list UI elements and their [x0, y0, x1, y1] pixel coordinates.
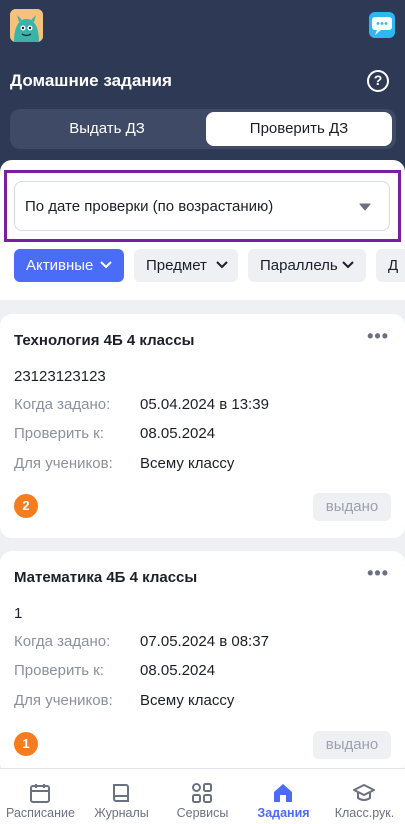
given-label: Когда задано:	[14, 396, 111, 413]
status-badge: выдано	[313, 731, 391, 759]
tab-class-teacher[interactable]: Класс.рук.	[324, 769, 405, 824]
students-value: Всему классу	[140, 455, 235, 472]
chevron-down-icon	[216, 261, 228, 269]
filter-chip-label: Активные	[26, 257, 94, 274]
chevron-down-icon	[100, 261, 112, 269]
card-description: 1	[14, 605, 23, 622]
filter-chip-parallel[interactable]: Параллель	[248, 249, 366, 282]
mode-switch: Выдать ДЗ Проверить ДЗ	[10, 109, 396, 149]
app-header: Домашние задания ? Выдать ДЗ Проверить Д…	[0, 0, 405, 172]
status-badge: выдано	[313, 493, 391, 521]
students-value: Всему классу	[140, 692, 235, 709]
chat-bubble-icon	[372, 17, 392, 35]
calendar-icon	[30, 784, 50, 803]
home-icon	[274, 784, 292, 802]
more-icon[interactable]: •••	[367, 326, 389, 347]
tab-label: Сервисы	[176, 806, 229, 820]
book-icon	[113, 784, 129, 802]
tab-schedule[interactable]: Расписание	[0, 769, 81, 824]
sort-dropdown[interactable]: По дате проверки (по возрастанию)	[14, 181, 390, 231]
count-badge: 1	[14, 732, 38, 756]
filter-chip-more[interactable]: Д	[376, 249, 405, 282]
graduation-cap-icon	[353, 784, 375, 801]
more-icon[interactable]: •••	[367, 563, 389, 584]
check-label: Проверить к:	[14, 425, 104, 442]
homework-card[interactable]: Математика 4Б 4 классы ••• 1 Когда задан…	[0, 551, 405, 775]
filter-chip-label: Предмет	[146, 257, 207, 274]
caret-down-icon	[359, 203, 371, 211]
check-value: 08.05.2024	[140, 662, 216, 679]
chevron-down-icon	[342, 261, 354, 269]
card-description: 23123123123	[14, 368, 106, 385]
tab-journals[interactable]: Журналы	[81, 769, 162, 824]
tab-services[interactable]: Сервисы	[162, 769, 243, 824]
tab-label: Класс.рук.	[334, 806, 395, 820]
filter-chips: Активные Предмет Параллель Д	[14, 249, 405, 282]
tab-check-homework[interactable]: Проверить ДЗ	[206, 112, 392, 146]
given-label: Когда задано:	[14, 633, 111, 650]
filter-chip-subject[interactable]: Предмет	[134, 249, 238, 282]
filter-chip-active[interactable]: Активные	[14, 249, 124, 282]
tab-assignments[interactable]: Задания	[243, 769, 324, 824]
given-value: 05.04.2024 в 13:39	[140, 396, 269, 413]
grid-icon	[192, 783, 212, 803]
count-badge: 2	[14, 494, 38, 518]
chat-button[interactable]	[369, 12, 395, 38]
user-avatar[interactable]	[10, 9, 43, 42]
filter-chip-label: Параллель	[260, 257, 338, 274]
students-label: Для учеников:	[14, 455, 113, 472]
tab-label: Журналы	[94, 806, 149, 820]
tab-label: Задания	[257, 806, 310, 820]
tab-assign-homework[interactable]: Выдать ДЗ	[14, 112, 200, 146]
bottom-tab-bar: Расписание Журналы Сервисы Задания Класс…	[0, 768, 405, 824]
sort-dropdown-value: По дате проверки (по возрастанию)	[25, 198, 274, 215]
homework-card[interactable]: Технология 4Б 4 классы ••• 23123123123 К…	[0, 314, 405, 538]
filter-chip-label: Д	[388, 257, 399, 274]
given-value: 07.05.2024 в 08:37	[140, 633, 269, 650]
card-title: Технология 4Б 4 классы	[14, 332, 195, 349]
check-value: 08.05.2024	[140, 425, 216, 442]
tab-label: Расписание	[6, 806, 75, 820]
check-label: Проверить к:	[14, 662, 104, 679]
help-icon[interactable]: ?	[367, 70, 389, 92]
students-label: Для учеников:	[14, 692, 113, 709]
card-title: Математика 4Б 4 классы	[14, 569, 198, 586]
page-title: Домашние задания	[10, 71, 172, 90]
avatar-monster-icon	[10, 9, 43, 42]
